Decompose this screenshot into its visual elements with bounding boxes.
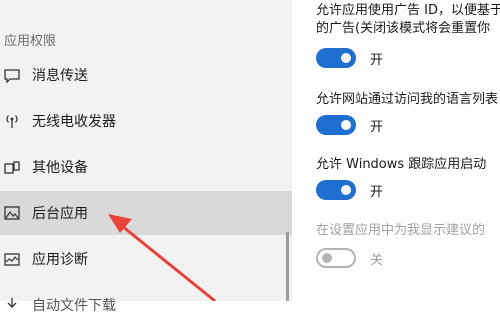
settings-pane: 允许应用使用广告 ID，以便基于 的广告(关闭该模式将会重置你 开 允许网站通过…	[292, 0, 500, 301]
setting-advertising-id-text-2: 的广告(关闭该模式将会重置你	[316, 21, 491, 36]
toggle-knob	[341, 120, 351, 130]
sidebar-item-other-devices[interactable]: 其他设备	[0, 145, 292, 189]
sidebar-item-app-diagnostics[interactable]: 应用诊断	[0, 237, 292, 281]
diagnostics-icon	[2, 249, 22, 269]
setting-suggested-content-text: 在设置应用中为我显示建议的	[316, 223, 486, 238]
language-list-toggle[interactable]	[316, 115, 356, 135]
devices-icon	[2, 157, 22, 177]
sidebar-item-label: 应用诊断	[32, 252, 88, 268]
language-list-toggle-state: 开	[370, 120, 384, 135]
sidebar-scrollbar[interactable]	[286, 232, 289, 301]
message-icon	[2, 65, 22, 85]
toggle-knob	[341, 185, 351, 195]
suggested-content-toggle-state: 关	[370, 253, 384, 268]
background-apps-icon	[2, 203, 22, 223]
suggested-content-toggle[interactable]	[316, 248, 356, 268]
toggle-knob	[341, 53, 351, 63]
sidebar-item-label: 无线电收发器	[32, 114, 116, 130]
sidebar-item-background-apps[interactable]: 后台应用	[0, 191, 292, 235]
download-icon	[2, 295, 22, 315]
advertising-id-toggle[interactable]	[316, 48, 356, 68]
track-app-launch-toggle[interactable]	[316, 180, 356, 200]
sidebar-item-messaging[interactable]: 消息传送	[0, 53, 292, 97]
track-app-launch-toggle-state: 开	[370, 185, 384, 200]
sidebar: 应用权限 消息传送 无线电收发器 其他设备 后台应用 应用诊断 自动文件下载	[0, 0, 292, 314]
sidebar-item-file-downloads[interactable]: 自动文件下载	[0, 283, 292, 327]
toggle-knob	[322, 253, 332, 263]
sidebar-item-label: 其他设备	[32, 160, 88, 176]
setting-track-app-launch-text: 允许 Windows 跟踪应用启动	[316, 157, 487, 172]
sidebar-item-label: 自动文件下载	[32, 298, 116, 314]
sidebar-item-label: 后台应用	[32, 206, 88, 222]
section-header: 应用权限	[4, 34, 57, 49]
setting-language-list-text: 允许网站通过访问我的语言列表	[316, 92, 499, 107]
antenna-icon	[2, 111, 22, 131]
sidebar-item-label: 消息传送	[32, 68, 88, 84]
sidebar-item-radios[interactable]: 无线电收发器	[0, 99, 292, 143]
advertising-id-toggle-state: 开	[370, 53, 384, 68]
setting-advertising-id-text: 允许应用使用广告 ID，以便基于	[316, 3, 500, 18]
